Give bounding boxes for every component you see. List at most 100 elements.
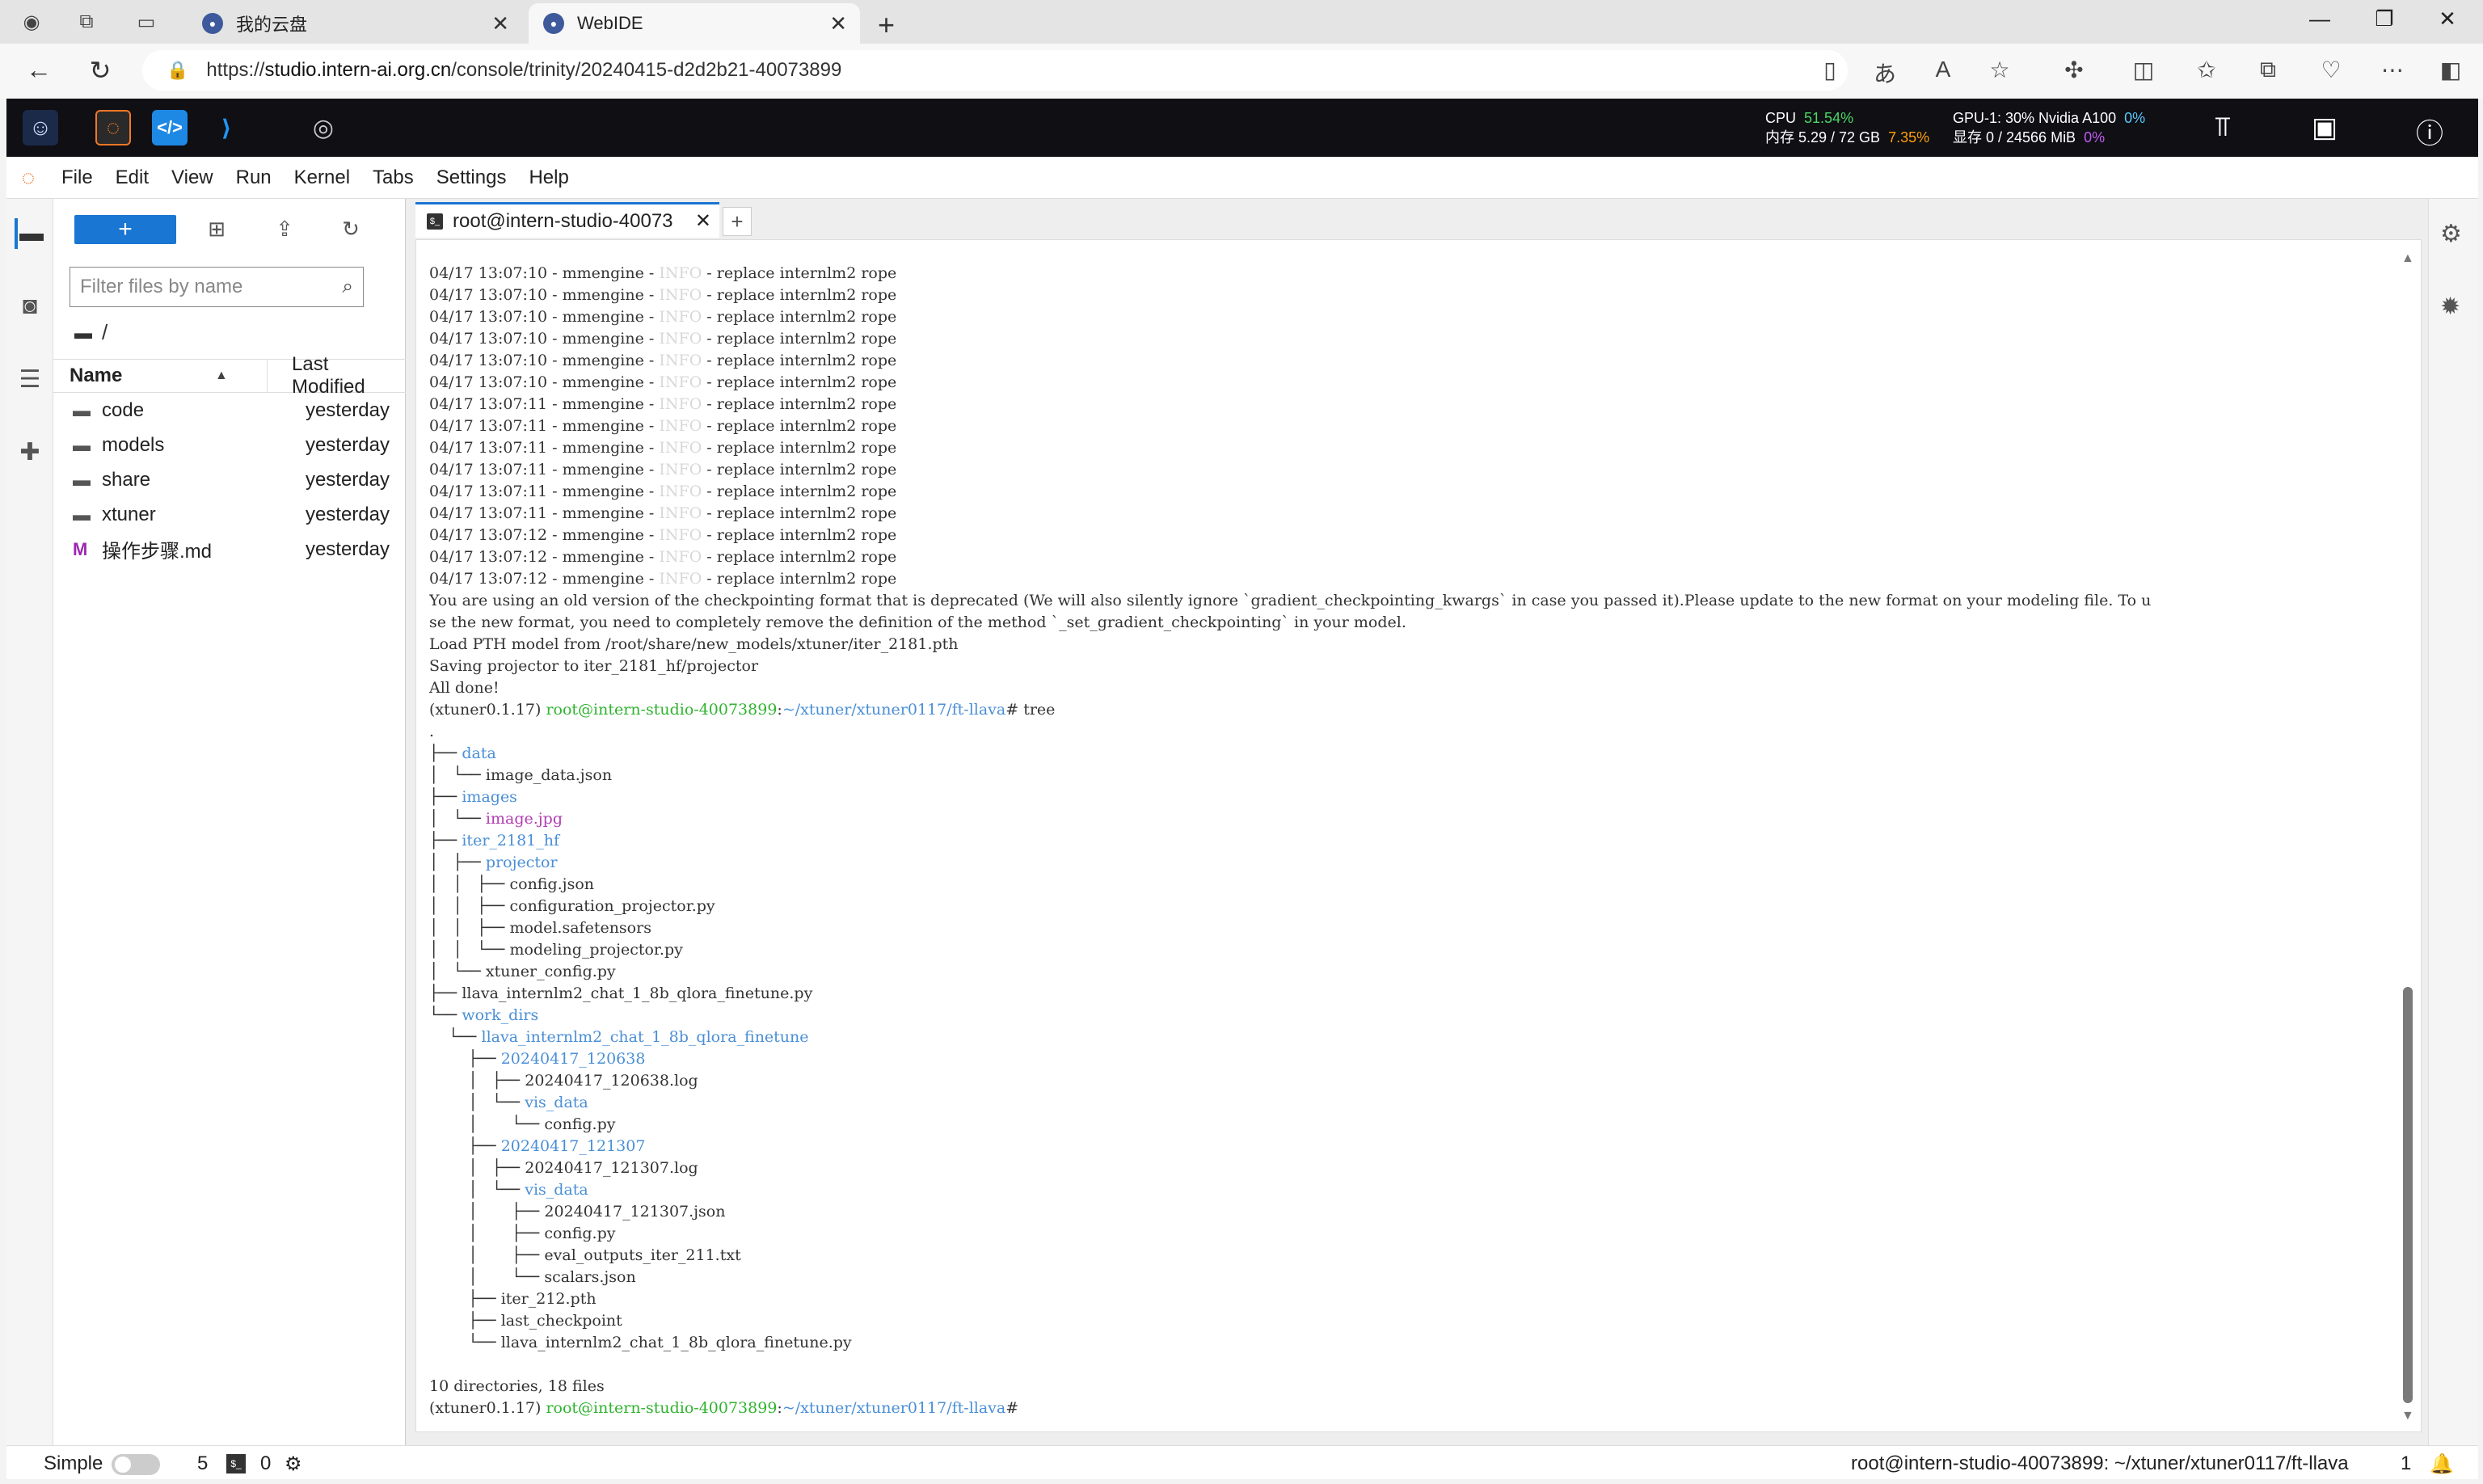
translate-icon[interactable]: あ (1869, 57, 1901, 89)
file-filter-input[interactable] (80, 276, 322, 298)
browser-essentials-icon[interactable]: ♡ (2315, 57, 2347, 83)
refresh-icon[interactable]: ↻ (84, 55, 116, 86)
favorites-icon[interactable]: ✩ (2190, 57, 2223, 83)
sidebar-toggle-icon[interactable]: ◧ (2435, 57, 2467, 83)
debugger-icon[interactable]: ✹ (2440, 293, 2460, 321)
running-sessions-icon[interactable]: ◙ (15, 291, 45, 322)
back-icon[interactable]: ← (23, 55, 55, 85)
read-mode-icon[interactable]: ▯ (1814, 57, 1846, 83)
tree-line: │ └── image.jpg (429, 810, 563, 828)
browser-tab-cloud-drive[interactable]: ● 我的云盘 ✕ (188, 3, 522, 44)
column-modified-header[interactable]: Last Modified (267, 353, 406, 398)
menu-view[interactable]: View (160, 167, 225, 189)
studio-top-bar: ☺ ◌ </> ⟩ ◎ CPU 51.54% 内存 5.29 / 72 GB 7… (6, 99, 2478, 157)
menu-settings[interactable]: Settings (425, 167, 518, 189)
monitor-icon[interactable]: ▣ (2307, 112, 2342, 144)
close-tab-icon[interactable]: ✕ (829, 11, 847, 36)
tensorflow-icon[interactable]: ⫪ (2205, 112, 2241, 143)
log-line: 04/17 13:07:12 - mmengine - INFO - repla… (429, 526, 897, 544)
terminal-output[interactable]: 04/17 13:07:10 - mmengine - INFO - repla… (415, 239, 2422, 1432)
file-browser-icon[interactable]: ▬ (15, 218, 45, 249)
browser-tab-title: 我的云盘 (236, 15, 308, 35)
close-tab-icon[interactable]: ✕ (695, 209, 711, 233)
tree-line: │ └── xtuner_config.py (429, 963, 616, 980)
bell-icon[interactable]: 🔔 (2430, 1452, 2454, 1476)
file-filter-box: ⌕ (70, 267, 364, 307)
restore-icon[interactable]: ❐ (2360, 6, 2409, 32)
close-tab-icon[interactable]: ✕ (491, 11, 509, 36)
jupyter-app-icon[interactable]: ◌ (95, 110, 131, 145)
favorite-star-icon[interactable]: ☆ (1983, 57, 2016, 83)
new-launcher-button[interactable]: + (74, 215, 176, 244)
code-app-icon[interactable]: </> (152, 110, 188, 145)
vscode-icon[interactable]: ⟩ (209, 110, 244, 145)
tree-line: └── llava_internlm2_chat_1_8b_qlora_fine… (429, 1334, 852, 1351)
extensions-puzzle-icon[interactable]: ✚ (15, 436, 45, 467)
kernels-count[interactable]: 0 (260, 1452, 271, 1475)
gpu-stats: GPU-1: 30% Nvidia A100 0% 显存 0 / 24566 M… (1953, 110, 2146, 145)
terminal-lines: 04/17 13:07:10 - mmengine - INFO - repla… (429, 263, 2385, 1419)
split-screen-icon[interactable]: ◫ (2127, 57, 2160, 83)
file-name: models (102, 433, 165, 456)
tree-line: ├── last_checkpoint (429, 1312, 622, 1330)
menu-tabs[interactable]: Tabs (361, 167, 425, 189)
simple-mode-toggle[interactable] (112, 1454, 160, 1475)
terminals-count[interactable]: 5 (197, 1452, 208, 1475)
upload-icon[interactable]: ⇪ (268, 217, 301, 242)
browser-tab-strip: ◉ ⧉ ▭ ● 我的云盘 ✕ ● WebIDE ✕ + — ❐ ✕ (0, 0, 2483, 44)
notification-count[interactable]: 1 (2401, 1452, 2411, 1475)
minimize-icon[interactable]: — (2295, 6, 2344, 32)
new-folder-icon[interactable]: ⊞ (200, 217, 233, 242)
file-row-code[interactable]: ▬ code yesterday (53, 393, 406, 428)
intern-logo-icon[interactable]: ☺ (23, 110, 58, 145)
column-name-header[interactable]: Name (53, 365, 215, 387)
file-row-xtuner[interactable]: ▬ xtuner yesterday (53, 497, 406, 532)
folder-icon: ▬ (74, 322, 92, 343)
extensions-icon[interactable]: ✣ (2058, 57, 2090, 83)
breadcrumb[interactable]: ▬ / (74, 320, 107, 345)
scroll-down-icon[interactable]: ▼ (2401, 1409, 2414, 1423)
table-of-contents-icon[interactable]: ☰ (15, 364, 45, 394)
menu-file[interactable]: File (50, 167, 104, 189)
terminal-tab[interactable]: $_ root@intern-studio-40073 ✕ (415, 202, 719, 238)
log-line: 04/17 13:07:10 - mmengine - INFO - repla… (429, 264, 897, 282)
folder-icon: ▬ (73, 504, 91, 525)
log-line: 04/17 13:07:11 - mmengine - INFO - repla… (429, 483, 897, 500)
scrollbar-thumb[interactable] (2403, 987, 2413, 1403)
menu-kernel[interactable]: Kernel (283, 167, 361, 189)
property-inspector-icon[interactable]: ⚙ (2440, 220, 2462, 248)
add-tab-button[interactable]: + (723, 207, 752, 236)
collections-icon[interactable]: ⧉ (2252, 57, 2284, 83)
read-aloud-icon[interactable]: A (1927, 57, 1959, 82)
refresh-files-icon[interactable]: ↻ (335, 217, 367, 242)
workspaces-icon[interactable]: ⧉ (73, 8, 100, 36)
url-field[interactable]: 🔒 https://studio.intern-ai.org.cn/consol… (142, 50, 1848, 91)
file-row-markdown[interactable]: M 操作步骤.md yesterday (53, 532, 406, 567)
menu-run[interactable]: Run (225, 167, 283, 189)
more-menu-icon[interactable]: ⋯ (2376, 57, 2409, 83)
new-tab-button[interactable]: + (878, 8, 895, 42)
sort-ascending-icon[interactable]: ▲ (215, 369, 267, 383)
scroll-up-icon[interactable]: ▲ (2401, 251, 2414, 266)
folder-icon: ▬ (73, 399, 91, 420)
compass-icon[interactable]: ◎ (306, 110, 341, 145)
vertical-tabs-icon[interactable]: ▭ (133, 8, 160, 36)
file-row-models[interactable]: ▬ models yesterday (53, 428, 406, 462)
tree-line: │ └── vis_data (429, 1094, 588, 1111)
close-window-icon[interactable]: ✕ (2423, 6, 2472, 32)
summary-line: 10 directories, 18 files (429, 1377, 605, 1395)
profile-icon[interactable]: ◉ (18, 8, 45, 36)
menu-edit[interactable]: Edit (104, 167, 160, 189)
browser-tab-webide[interactable]: ● WebIDE ✕ (529, 3, 860, 44)
folder-icon: ▬ (73, 469, 91, 490)
breadcrumb-root[interactable]: / (102, 320, 107, 345)
terminal-scrollbar[interactable]: ▲ ▼ (2401, 251, 2414, 1423)
tree-line: ├── 20240417_120638 (429, 1050, 646, 1068)
menu-help[interactable]: Help (517, 167, 580, 189)
file-row-share[interactable]: ▬ share yesterday (53, 462, 406, 497)
info-icon[interactable]: ⓘ (2412, 112, 2447, 151)
tree-line: │ └── config.py (429, 1115, 616, 1133)
file-name: 操作步骤.md (102, 541, 213, 563)
lock-icon[interactable]: 🔒 (167, 60, 188, 81)
prompt-line: (xtuner0.1.17) root@intern-studio-400738… (429, 701, 1056, 719)
